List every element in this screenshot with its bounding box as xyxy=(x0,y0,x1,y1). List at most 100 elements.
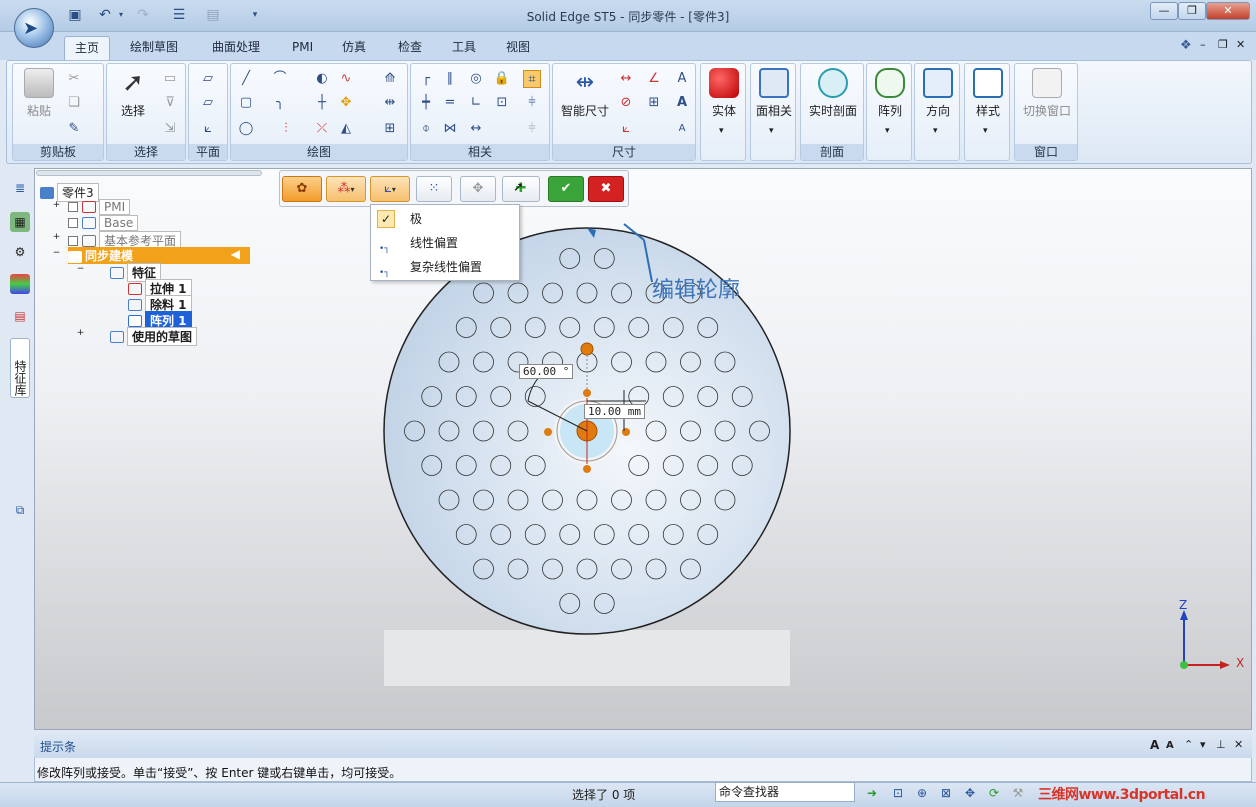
solid-button[interactable]: 实体 ▾ xyxy=(700,63,746,161)
circle-tangent-icon[interactable]: ◐ xyxy=(313,70,331,88)
select-mode-icon[interactable]: ⇲ xyxy=(161,120,179,138)
distance-between-icon[interactable]: ↔ xyxy=(617,70,635,88)
font-smaller-icon[interactable]: A xyxy=(673,120,691,138)
live-section-button[interactable]: 实时剖面 xyxy=(803,68,863,119)
curve-icon[interactable]: ∿ xyxy=(337,70,355,88)
text-style-icon[interactable]: A xyxy=(673,70,691,88)
rigid-set-icon[interactable]: ⊡ xyxy=(493,94,511,112)
font-bigger-icon[interactable]: A xyxy=(673,94,691,112)
cancel-button[interactable]: ✖ xyxy=(588,176,624,202)
cut-icon[interactable]: ✂ xyxy=(65,70,83,88)
symmetric-icon[interactable]: ⋈ xyxy=(441,120,459,138)
mirror-icon[interactable]: ◭ xyxy=(337,120,355,138)
command-finder-input[interactable]: 命令查找器 xyxy=(715,782,855,802)
properties-icon[interactable]: ▤ xyxy=(10,306,30,326)
tangent-icon[interactable]: ⌽ xyxy=(417,120,435,138)
menu-item-linear-offset[interactable]: •┐ 线性偏置 xyxy=(371,231,519,255)
fillet-icon[interactable]: ╮ xyxy=(271,94,289,112)
collapse-up-icon[interactable]: ⌃ xyxy=(1184,738,1193,751)
project-icon[interactable]: ⟰ xyxy=(381,70,399,88)
offset-type-button[interactable]: ⟀▾ xyxy=(370,176,410,202)
library-icon[interactable]: ▦ xyxy=(10,212,30,232)
doc-minimize-icon[interactable]: – xyxy=(1200,38,1206,51)
radius-dimension[interactable]: 10.00 mm xyxy=(584,404,645,419)
right-handle[interactable] xyxy=(622,428,630,436)
orientation-button[interactable]: 方向 ▾ xyxy=(914,63,960,161)
tab-home[interactable]: 主页 xyxy=(64,36,111,60)
menu-item-complex-linear-offset[interactable]: •┐ 复杂线性偏置 xyxy=(371,255,519,279)
plane-dropdown-icon[interactable]: ▱ xyxy=(199,94,217,112)
perpendicular-icon[interactable]: ┿ xyxy=(417,94,435,112)
doc-restore-icon[interactable]: ❐ xyxy=(1218,38,1228,51)
pattern-type-button[interactable]: ✿ xyxy=(282,176,322,202)
line-icon[interactable]: ╱ xyxy=(237,70,255,88)
angle-dimension[interactable]: 60.00 ° xyxy=(519,364,574,379)
arc-icon[interactable]: ⌒ xyxy=(271,70,289,88)
bottom-handle[interactable] xyxy=(583,465,591,473)
zoom-icon[interactable]: ⊕ xyxy=(914,785,930,801)
collinear-icon[interactable]: ↔ xyxy=(467,120,485,138)
top-handle[interactable] xyxy=(583,389,591,397)
circle-icon[interactable]: ◯ xyxy=(237,120,255,138)
minimize-button[interactable]: — xyxy=(1150,2,1178,20)
close-button[interactable]: ✕ xyxy=(1206,2,1250,20)
face-related-button[interactable]: 面相关 ▾ xyxy=(750,63,796,161)
pin-icon[interactable]: ⊥ xyxy=(1216,738,1226,751)
equal-icon[interactable]: = xyxy=(441,94,459,112)
features-tab[interactable]: 特征库 xyxy=(10,338,30,398)
lock-icon[interactable]: 🔒 xyxy=(493,70,511,88)
relationship-assistant-icon[interactable]: ⫩ xyxy=(523,120,541,138)
tab-tools[interactable]: 工具 xyxy=(442,36,486,60)
layers-icon[interactable]: ≣ xyxy=(10,178,30,198)
tab-inspect[interactable]: 检查 xyxy=(388,36,432,60)
tab-view[interactable]: 视图 xyxy=(496,36,540,60)
color-manager-icon[interactable] xyxy=(10,274,30,294)
part-view[interactable] xyxy=(34,168,1252,730)
close-prompt-icon[interactable]: ✕ xyxy=(1234,738,1243,751)
application-button[interactable]: ➤ xyxy=(14,8,54,48)
format-painter-icon[interactable]: ✎ xyxy=(65,120,83,138)
extend-icon[interactable]: ⤫ xyxy=(313,120,331,138)
convert-icon[interactable]: ⊞ xyxy=(381,120,399,138)
font-larger-icon[interactable]: A xyxy=(1150,738,1159,752)
dropdown-icon[interactable]: ▾ xyxy=(1200,738,1206,751)
menu-item-polar[interactable]: ✓ 极 xyxy=(371,207,519,231)
parallel-icon[interactable]: ∥ xyxy=(441,70,459,88)
plane-icon[interactable]: ▱ xyxy=(199,70,217,88)
trim-icon[interactable]: ┼ xyxy=(313,94,331,112)
help-icon[interactable]: ❖ xyxy=(1180,38,1192,53)
concentric-icon[interactable]: ◎ xyxy=(467,70,485,88)
switch-window-button[interactable]: 切换窗口 xyxy=(1017,68,1077,119)
tab-pmi[interactable]: PMI xyxy=(282,36,323,60)
fit-icon[interactable]: ⊠ xyxy=(938,785,954,801)
relationship-handles-icon[interactable]: ⌗ xyxy=(523,70,541,88)
reposition-button[interactable]: ✥ xyxy=(460,176,496,202)
maximize-button[interactable]: ❐ xyxy=(1178,2,1206,20)
connect-icon[interactable]: ┌ xyxy=(417,70,435,88)
feature-library-icon[interactable]: ⚙ xyxy=(10,242,30,262)
go-icon[interactable]: ➜ xyxy=(864,785,880,801)
coordinate-system-icon[interactable]: ⟀ xyxy=(199,120,217,138)
pattern-grid-button[interactable]: ⁙ xyxy=(416,176,452,202)
tab-surfacing[interactable]: 曲面处理 xyxy=(202,36,270,60)
left-handle[interactable] xyxy=(544,428,552,436)
select-tool-icon[interactable]: ▭ xyxy=(161,70,179,88)
select-button[interactable]: ➚ 选择 xyxy=(113,68,153,119)
paste-button[interactable]: 粘贴 xyxy=(21,68,57,119)
rotate-icon[interactable]: ⟳ xyxy=(986,785,1002,801)
angle-between-icon[interactable]: ∠ xyxy=(645,70,663,88)
tab-sketching[interactable]: 绘制草图 xyxy=(120,36,188,60)
horizontal-vertical-icon[interactable]: ∟ xyxy=(467,94,485,112)
view-tools-icon[interactable]: ⚒ xyxy=(1010,785,1026,801)
pan-icon[interactable]: ✥ xyxy=(962,785,978,801)
smart-dimension-button[interactable]: ⇹ 智能尺寸 xyxy=(557,68,613,119)
coordinate-dimension-icon[interactable]: ⊞ xyxy=(645,94,663,112)
tab-simulation[interactable]: 仿真 xyxy=(332,36,376,60)
maintain-relationships-icon[interactable]: ⫩ xyxy=(523,94,541,112)
angular-coordinate-icon[interactable]: ⟀ xyxy=(617,120,635,138)
filter-icon[interactable]: ⊽ xyxy=(161,94,179,112)
font-smaller-icon[interactable]: A xyxy=(1166,740,1174,751)
symmetric-diameter-icon[interactable]: ⊘ xyxy=(617,94,635,112)
include-icon[interactable]: ⇹ xyxy=(381,94,399,112)
pathfinder-icon[interactable]: ⧉ xyxy=(10,500,30,520)
